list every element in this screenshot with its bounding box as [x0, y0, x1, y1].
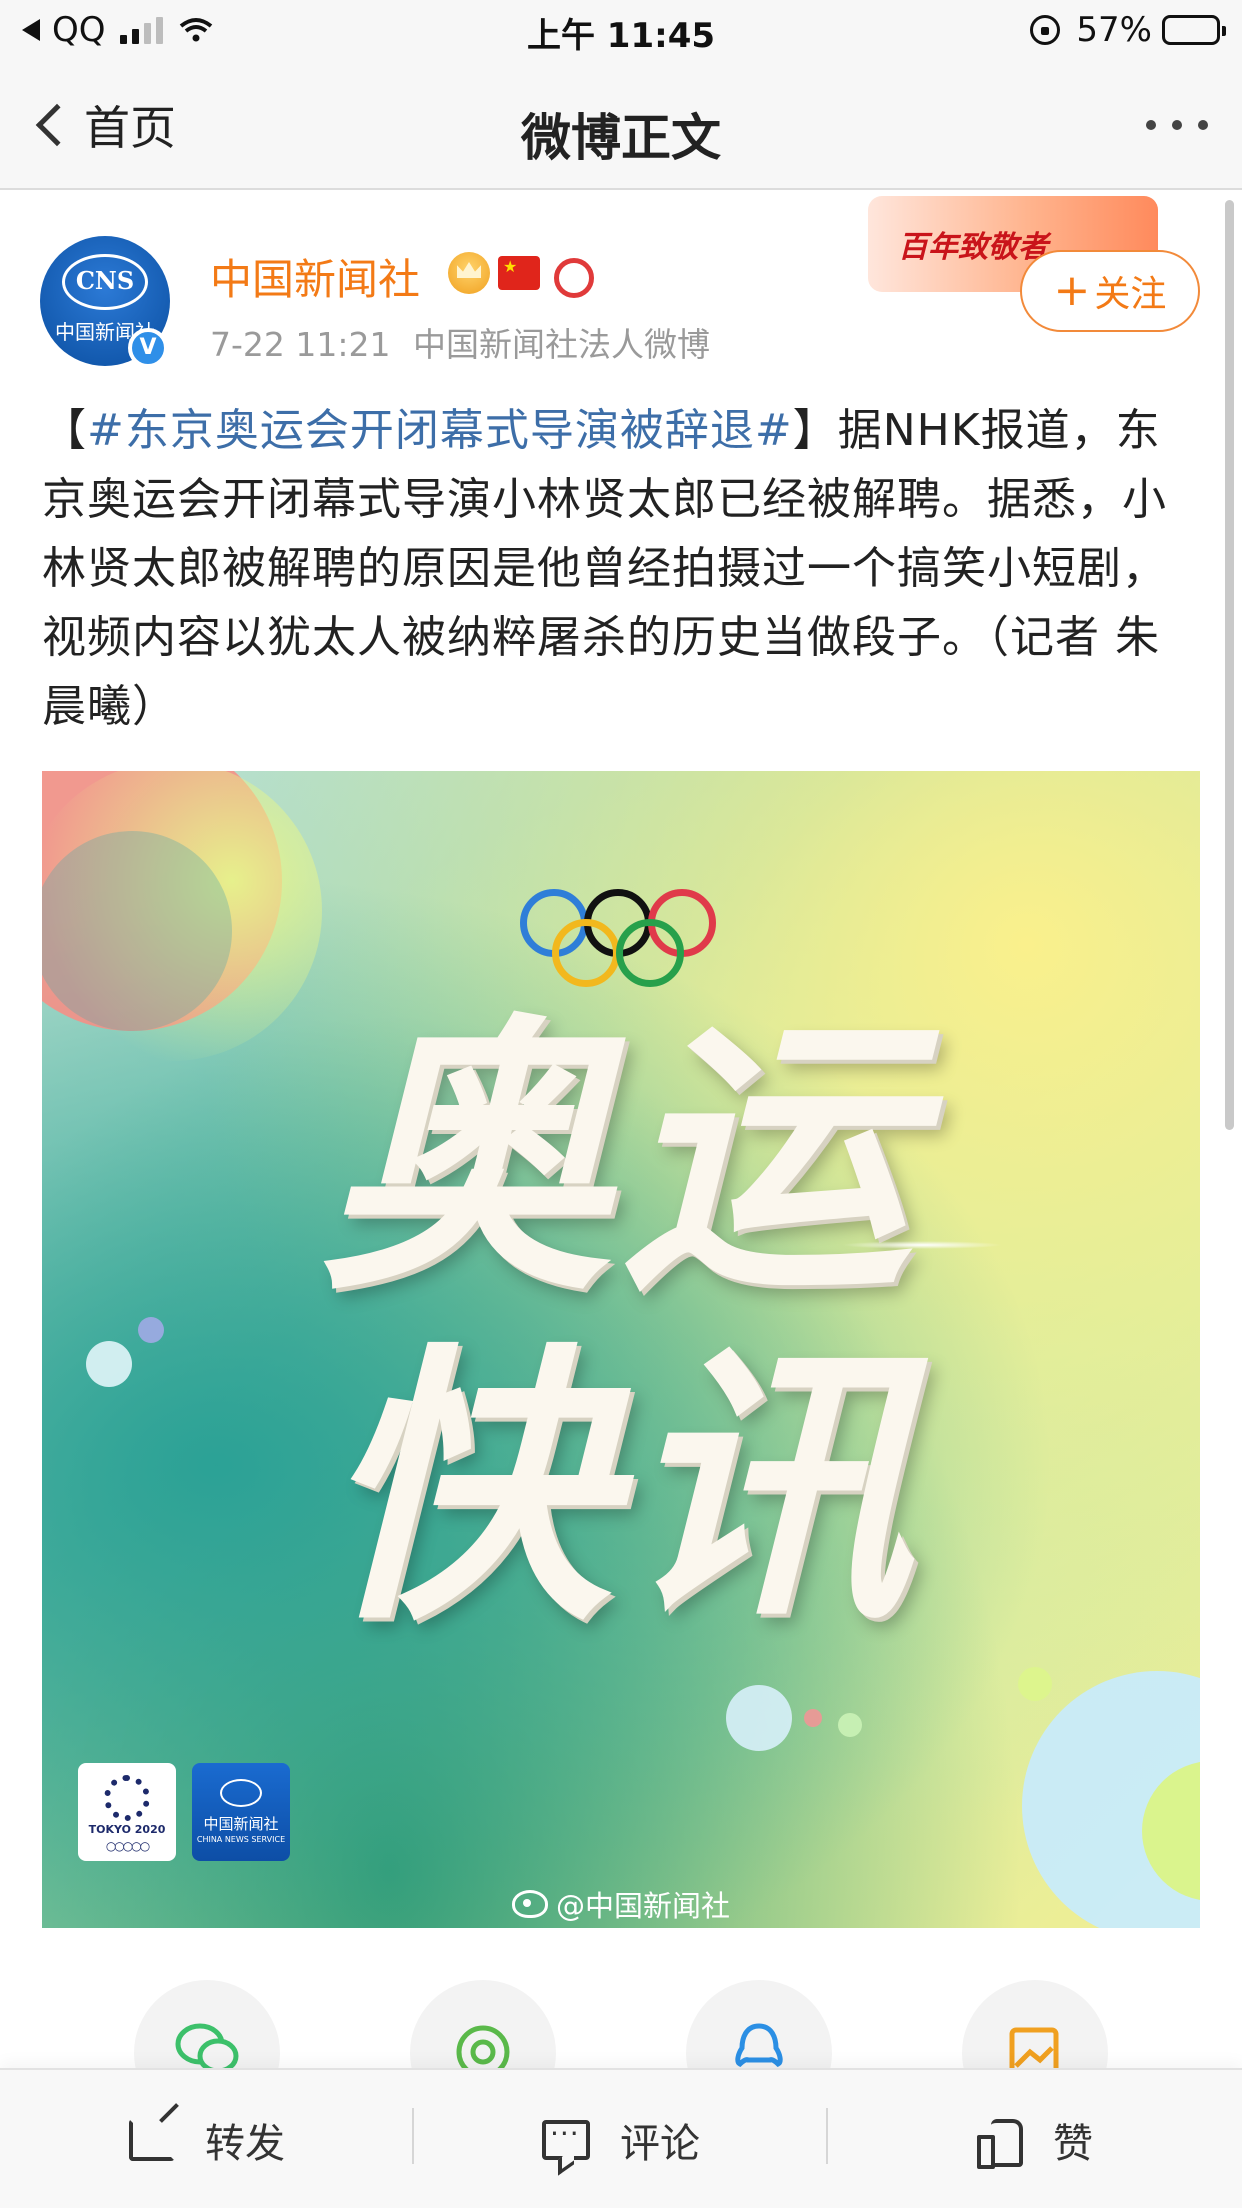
deco-dot-6	[1018, 1667, 1052, 1701]
tokyo-emblem-icon	[104, 1775, 150, 1821]
nav-bar: 首页 微博正文	[0, 62, 1242, 190]
comment-label: 评论	[620, 2121, 700, 2167]
status-bar: QQ 上午 11:45 57%	[0, 0, 1242, 62]
like-button[interactable]: 赞	[828, 2070, 1242, 2208]
anniversary-banner-text: 百年致敬者	[898, 230, 1048, 265]
user-badges	[448, 252, 594, 298]
rotation-lock-icon	[1030, 15, 1061, 45]
repost-label: 转发	[205, 2121, 285, 2167]
post-source: 中国新闻社法人微博	[413, 325, 710, 364]
repost-button[interactable]: 转发	[0, 2070, 414, 2208]
post-image[interactable]: 奥运 快讯 TOKYO 2020 ○○○○○ 中国新闻社 CHINA NEWS …	[42, 771, 1200, 1928]
tokyo-logo-text: TOKYO 2020	[88, 1823, 166, 1836]
user-name[interactable]: 中国新闻社	[210, 246, 420, 307]
image-headline-line1: 奥运	[321, 992, 921, 1329]
follow-button[interactable]: + 关注	[1020, 250, 1200, 332]
more-options-icon[interactable]	[1146, 120, 1208, 130]
bracket-open: 【	[42, 405, 87, 456]
battery-icon	[1162, 15, 1226, 45]
deco-dot-5	[838, 1713, 862, 1737]
tokyo-2020-logo: TOKYO 2020 ○○○○○	[78, 1763, 176, 1861]
battery-percent: 57%	[1076, 10, 1152, 50]
watermark-text: @中国新闻社	[555, 1889, 730, 1923]
image-headline-line2: 快讯	[321, 1322, 921, 1659]
cns-logo-cn: 中国新闻社	[203, 1815, 279, 1833]
cns-logo-en: CHINA NEWS SERVICE	[196, 1835, 286, 1844]
tokyo-rings-icon: ○○○○○	[105, 1839, 150, 1853]
comment-icon	[542, 2120, 590, 2160]
deco-dot-3	[726, 1685, 792, 1751]
china-flag-icon[interactable]	[498, 256, 540, 290]
verified-badge-icon: V	[128, 328, 168, 368]
status-right: 57%	[1030, 10, 1226, 50]
thumbs-up-icon	[977, 2117, 1023, 2169]
olympic-rings-icon	[520, 889, 720, 987]
comment-button[interactable]: 评论	[414, 2070, 828, 2208]
topic-link[interactable]: #东京奥运会开闭幕式导演被辞退#	[87, 405, 793, 456]
post-timestamp: 7-22 11:21	[210, 325, 391, 364]
deco-dot-4	[804, 1709, 822, 1727]
image-watermark: @中国新闻社	[42, 1883, 1200, 1925]
scrollbar[interactable]	[1225, 200, 1234, 1130]
sparkle-decoration	[842, 1241, 1002, 1249]
post-text: 【#东京奥运会开闭幕式导演被辞退#】据NHK报道，东京奥运会开闭幕式导演小林贤太…	[42, 396, 1180, 741]
share-row	[0, 1980, 1242, 2126]
weibo-logo-icon	[511, 1890, 548, 1918]
post-meta: 7-22 11:21 中国新闻社法人微博	[210, 318, 710, 366]
follow-label: 关注	[1094, 274, 1167, 315]
ribbon-badge-icon[interactable]	[548, 252, 594, 298]
crown-badge-icon[interactable]	[448, 252, 490, 294]
cns-logo: 中国新闻社 CHINA NEWS SERVICE	[192, 1763, 290, 1861]
repost-icon	[129, 2119, 175, 2161]
like-label: 赞	[1053, 2121, 1093, 2167]
plus-icon: +	[1053, 265, 1091, 316]
cns-globe-icon	[220, 1779, 262, 1807]
page-title: 微博正文	[521, 109, 721, 167]
avatar-logo-text: CNS	[75, 266, 135, 295]
action-bar: 转发 评论 赞	[0, 2068, 1242, 2208]
